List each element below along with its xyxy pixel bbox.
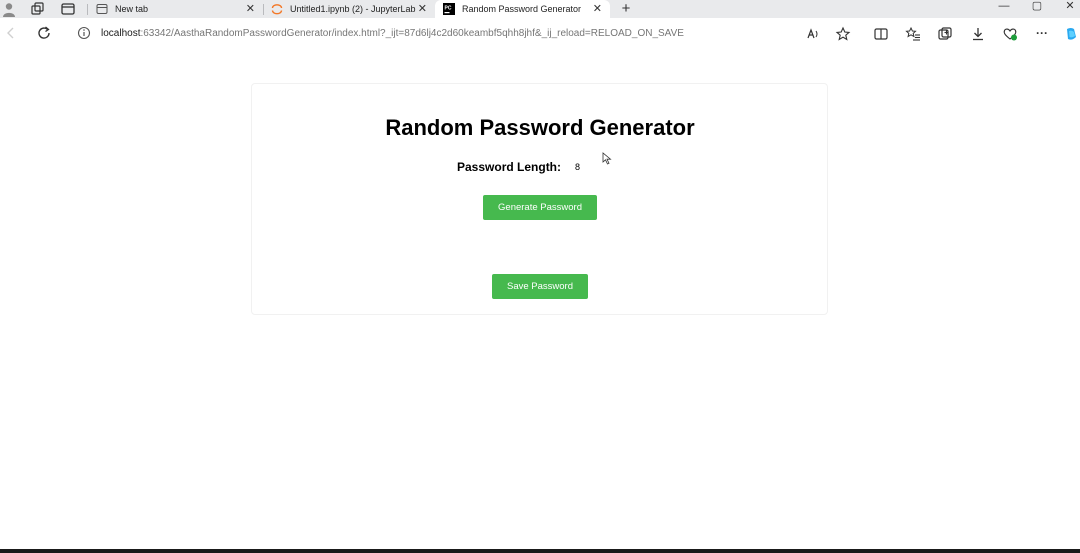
tab-new-tab[interactable]: New tab ✕ [88, 0, 263, 18]
jupyter-icon [271, 4, 283, 15]
save-password-button[interactable]: Save Password [492, 274, 588, 299]
copilot-icon[interactable] [1063, 26, 1079, 42]
address-bar-row: localhost:63342/AasthaRandomPasswordGene… [0, 18, 1080, 50]
read-aloud-icon[interactable] [806, 26, 822, 42]
refresh-icon[interactable] [36, 25, 52, 41]
tab-strip: New tab ✕ Untitled1.ipynb (2) - JupyterL… [0, 0, 1080, 18]
vertical-tabs-icon[interactable] [60, 1, 76, 17]
collections-icon[interactable] [937, 26, 953, 42]
tab-jupyterlab[interactable]: Untitled1.ipynb (2) - JupyterLab ✕ [263, 0, 435, 18]
profile-icon[interactable] [1, 1, 17, 17]
close-window-button[interactable]: ✕ [1060, 0, 1080, 14]
favorite-star-icon[interactable] [835, 26, 851, 42]
browser-essentials-icon[interactable] [1002, 26, 1018, 42]
generate-password-button[interactable]: Generate Password [483, 195, 597, 220]
tab-title: Untitled1.ipynb (2) - JupyterLab [290, 4, 416, 14]
minimize-button[interactable]: — [994, 0, 1014, 14]
url-path: :63342/AasthaRandomPasswordGenerator/ind… [140, 28, 684, 39]
mouse-cursor-icon [602, 152, 612, 165]
page-title: Random Password Generator [385, 115, 695, 140]
info-icon[interactable] [76, 25, 92, 41]
pycharm-icon: PC [443, 3, 455, 15]
new-tab-button[interactable]: + [616, 0, 636, 18]
more-icon[interactable]: ··· [1034, 26, 1050, 42]
tab-title: New tab [115, 4, 149, 14]
url-host: localhost [101, 28, 141, 39]
workspaces-icon[interactable] [29, 1, 45, 17]
close-tab-icon[interactable]: ✕ [418, 0, 427, 18]
url-field[interactable]: localhost:63342/AasthaRandomPasswordGene… [101, 28, 684, 39]
close-tab-icon[interactable]: ✕ [593, 0, 602, 18]
favicon-label: PC [445, 6, 452, 12]
downloads-icon[interactable] [970, 26, 986, 42]
favorites-icon[interactable] [905, 26, 921, 42]
tab-title: Random Password Generator [462, 4, 582, 14]
password-length-value[interactable]: 8 [575, 162, 580, 172]
bottom-border [0, 549, 1080, 553]
tab-random-password-generator[interactable]: PC Random Password Generator ✕ [435, 0, 610, 18]
split-screen-icon[interactable] [873, 26, 889, 42]
maximize-button[interactable]: ▢ [1027, 0, 1047, 14]
back-icon[interactable] [3, 25, 19, 41]
password-length-label: Password Length: [457, 160, 562, 174]
new-tab-page-icon [96, 4, 108, 14]
close-tab-icon[interactable]: ✕ [246, 0, 255, 18]
